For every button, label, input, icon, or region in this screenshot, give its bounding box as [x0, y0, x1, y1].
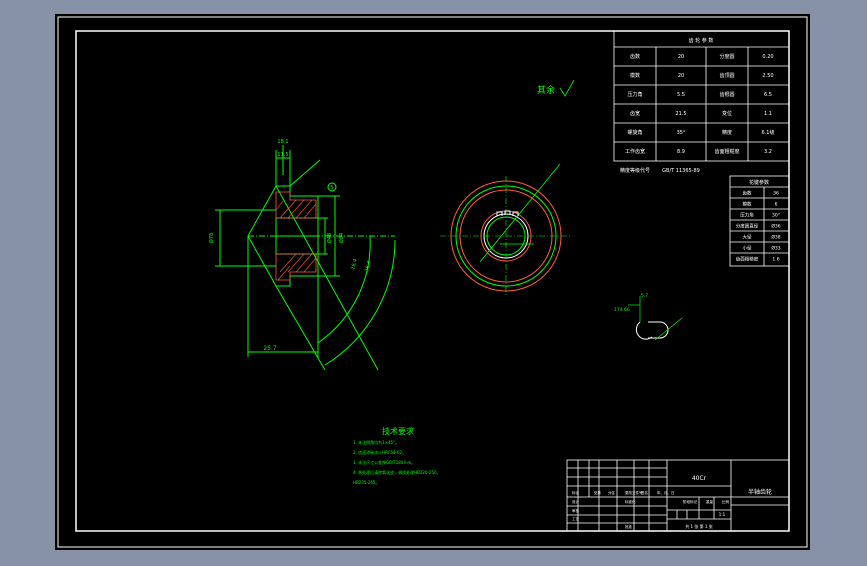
gear-table-cell: 齿顶圆: [719, 73, 734, 79]
gear-table-cell: 齿宽: [630, 110, 640, 117]
title-block-label: 标记: [572, 490, 580, 495]
title-block-label: 分区: [608, 490, 616, 495]
gear-table-cell: 齿数: [630, 53, 640, 60]
title-block-label: 工艺: [572, 516, 580, 521]
gear-table-cell: 6.5: [764, 92, 772, 98]
dim-top-b: 11.5: [277, 152, 288, 158]
tech-requirement-line: 3. 未注尺寸公差按GB/T1804-m。: [353, 459, 415, 465]
tech-requirements-title: 技术要求: [382, 426, 414, 436]
gear-table-cell: 3.2: [764, 149, 772, 155]
gear-table-cell: 6.1级: [762, 129, 775, 136]
spline-table-value: 36: [773, 191, 779, 197]
spline-table-value: 30°: [772, 213, 780, 219]
detail-dim-b: 174.66: [614, 307, 630, 313]
gear-table-cell: GB/T 11365-89: [662, 168, 700, 174]
spline-table-label: 分度圆直径: [736, 223, 759, 230]
gear-table-cell: 分度圆: [719, 53, 734, 60]
spline-table-value: 1.6: [772, 257, 779, 263]
title-block-label: 比例: [722, 499, 730, 504]
gear-table-cell: 2.50: [762, 73, 773, 79]
detail-dim-a: 5.7: [641, 293, 648, 299]
title-block-label: 年、月、日: [657, 490, 675, 495]
title-block-material: 40Cr: [692, 475, 707, 482]
spline-table-label: 小径: [743, 245, 752, 252]
title-block-label: 重量: [706, 499, 714, 504]
gear-table-cell: 1.1: [764, 111, 772, 117]
title-block-sheet: 共 1 张 第 1 张: [685, 523, 712, 529]
gear-table-cell: 0.20: [762, 54, 773, 60]
spline-table-label: 压力角: [740, 212, 754, 219]
gear-table-title: 齿 轮 参 数: [689, 37, 714, 44]
spline-table-title: 花键参数: [749, 179, 769, 186]
title-block-label: 标准化: [625, 499, 636, 504]
gear-table-cell: 变位: [722, 110, 732, 117]
spline-table-label: 大径: [743, 234, 752, 241]
gear-table-cell: 8.9: [677, 149, 685, 155]
tech-requirement-line: 4. 热处理后清除氧化皮，调质处理HB220-250。: [353, 469, 441, 475]
dim-top-a: 18.1: [277, 139, 288, 145]
tech-requirement-line: HB235-265。: [353, 480, 379, 485]
gear-table-cell: 压力角: [627, 91, 642, 98]
gear-table-cell: 工作齿宽: [625, 148, 645, 155]
title-block-label: 审核: [572, 508, 580, 513]
title-block-label: 阶段标记: [683, 499, 697, 504]
spline-table-value: 6: [775, 202, 778, 208]
roughness-rest-label: 其余: [537, 84, 555, 96]
gear-table-cell: 齿面粗糙度: [714, 148, 739, 155]
gear-table-cell: 35°: [677, 130, 686, 136]
dim-diameter-right: Ø84: [338, 233, 345, 243]
title-block-label: 处数: [594, 490, 602, 495]
tech-requirement-line: 1. 未注倒角均为1×45°。: [353, 439, 399, 445]
gear-table-cell: 精度等级代号: [620, 167, 650, 174]
gear-table-cell: 5.5: [677, 92, 685, 98]
cad-viewport[interactable]: 齿 轮 参 数 齿数 20 分度圆 0.20 模数 20 齿顶圆 2.50 压力角 5.5 齿根圆 6…: [0, 0, 867, 562]
gear-table-cell: 21.5: [675, 111, 686, 117]
spline-table-value: Ø33: [771, 245, 780, 252]
title-block-label: 批准: [625, 524, 633, 529]
spline-table-value: Ø36: [771, 223, 780, 230]
spline-table-label: 齿面粗糙度: [736, 256, 759, 263]
gear-table-cell: 齿根圆: [719, 91, 734, 98]
title-block-label: 签名: [641, 490, 648, 495]
dim-diameter-inner: Ø48: [326, 233, 333, 243]
dim-length: 25.7: [263, 345, 277, 352]
gear-table-cell: 精度: [722, 129, 732, 136]
spline-table-label: 齿数: [743, 190, 752, 197]
title-block-label: 设计: [572, 499, 580, 504]
spline-table-label: 模数: [743, 201, 752, 208]
datum-mark: 5: [330, 185, 333, 191]
gear-table-cell: 20: [678, 54, 684, 60]
dim-diameter-left: Ø78: [208, 233, 215, 243]
title-block-part-name: 半轴齿轮: [748, 488, 772, 496]
tech-requirement-line: 2. 齿面渗碳淬火HRC58-62。: [353, 449, 406, 455]
title-block-scale: 1:1: [719, 512, 726, 517]
gear-table-cell: 螺旋角: [627, 129, 642, 136]
spline-table-value: Ø38: [771, 234, 780, 241]
gear-table-cell: 20: [678, 73, 684, 79]
gear-table-cell: 模数: [630, 72, 640, 79]
